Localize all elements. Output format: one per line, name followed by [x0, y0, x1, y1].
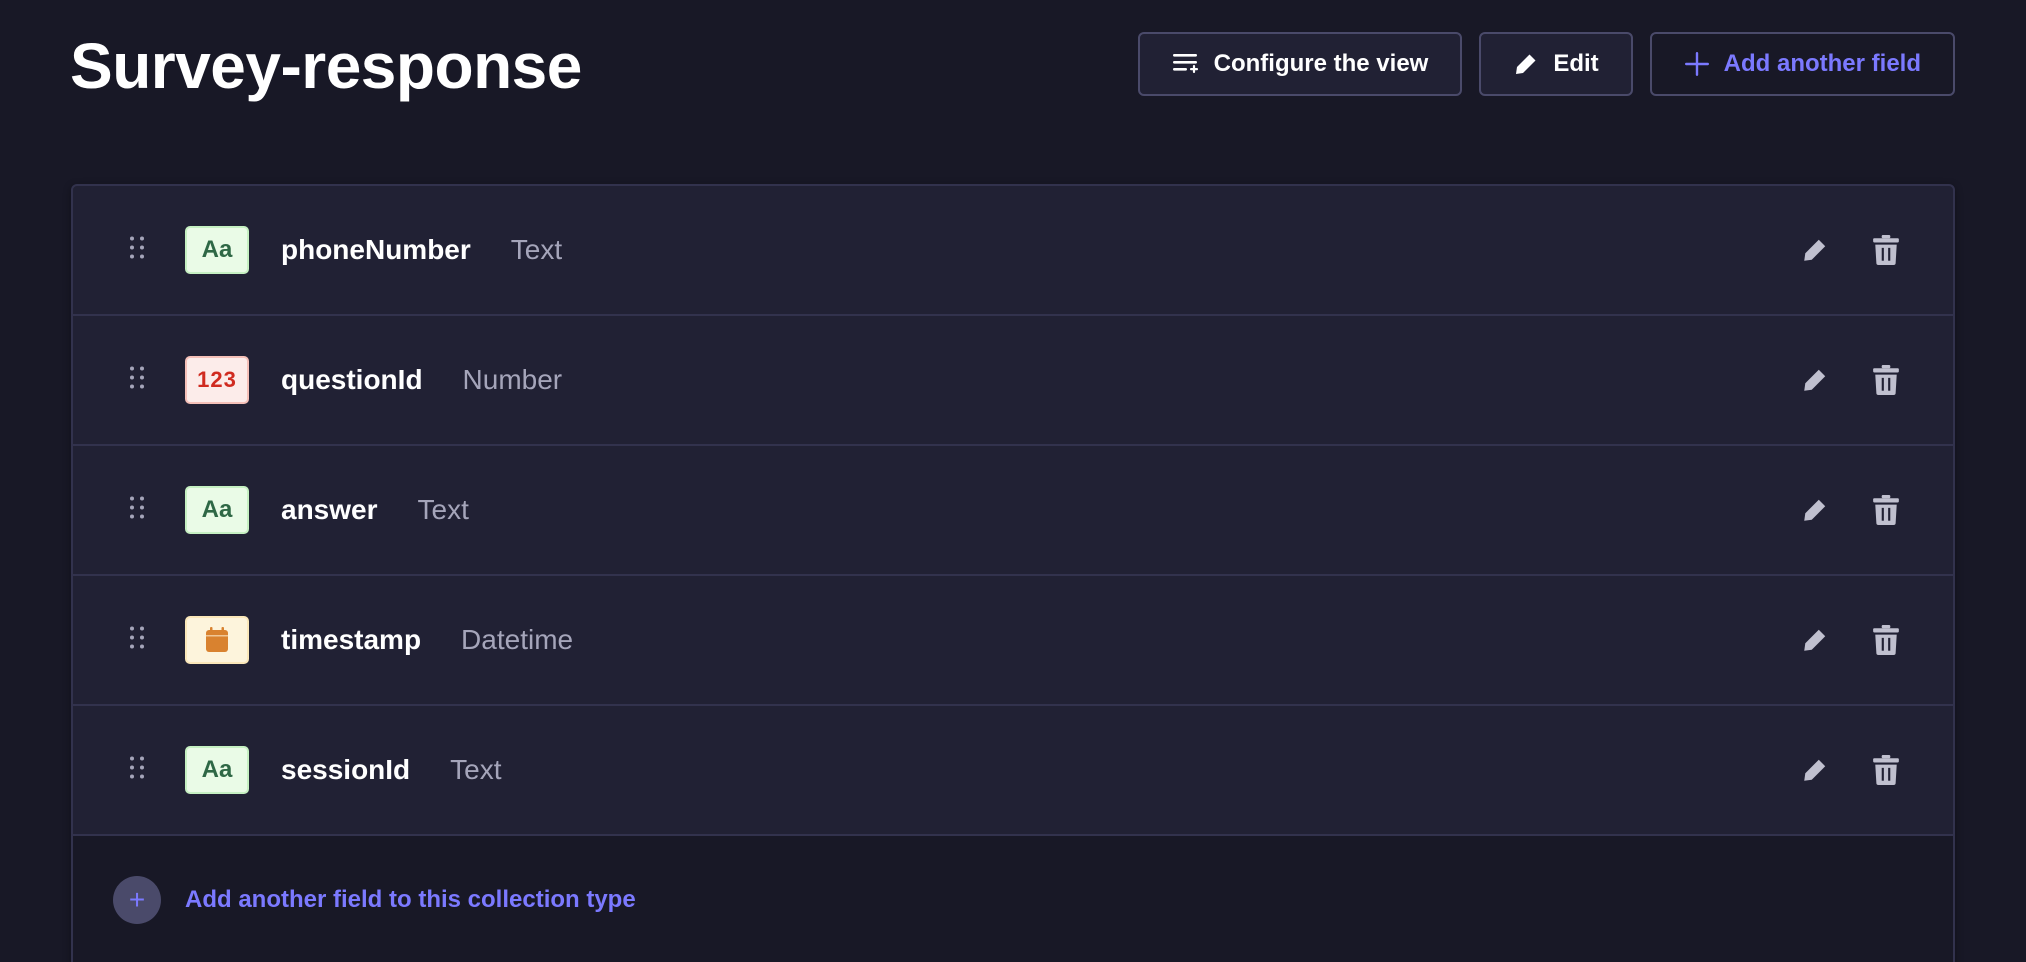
field-row: Aa phoneNumber Text — [73, 186, 1953, 316]
pencil-icon[interactable] — [1801, 236, 1829, 264]
pencil-icon[interactable] — [1801, 626, 1829, 654]
pencil-icon[interactable] — [1801, 366, 1829, 394]
calendar-icon — [185, 616, 249, 664]
field-name: sessionId — [281, 754, 411, 785]
field-type: Datetime — [461, 624, 574, 655]
row-actions — [1801, 495, 1899, 525]
field-row: 123 questionId Number — [73, 316, 1953, 446]
row-actions — [1801, 755, 1899, 785]
field-type: Text — [417, 494, 469, 525]
pencil-icon[interactable] — [1801, 496, 1829, 524]
field-name: timestamp — [281, 624, 422, 655]
page: Survey-response Configure the view Edit — [0, 0, 2026, 962]
fields-list: Aa phoneNumber Text 123 questionId Numbe… — [71, 184, 1955, 962]
field-row: Aa answer Text — [73, 446, 1953, 576]
field-name: phoneNumber — [281, 234, 471, 265]
plus-circle-icon[interactable]: + — [113, 876, 161, 924]
number-type-icon: 123 — [185, 356, 249, 404]
trash-icon[interactable] — [1873, 755, 1899, 785]
text-type-icon: Aa — [185, 486, 249, 534]
field-type: Number — [462, 364, 563, 395]
pencil-icon[interactable] — [1801, 756, 1829, 784]
field-info: timestamp Datetime — [281, 624, 573, 656]
field-type: Text — [510, 234, 563, 265]
list-settings-icon — [1172, 52, 1200, 76]
row-actions — [1801, 365, 1899, 395]
drag-handle-icon[interactable] — [129, 496, 145, 525]
edit-label: Edit — [1553, 50, 1599, 77]
text-type-icon: Aa — [185, 226, 249, 274]
add-field-link[interactable]: Add another field to this collection typ… — [185, 886, 636, 914]
pencil-icon — [1513, 51, 1539, 77]
field-info: phoneNumber Text — [281, 234, 562, 266]
field-info: sessionId Text — [281, 754, 502, 786]
field-info: answer Text — [281, 494, 469, 526]
drag-handle-icon[interactable] — [129, 236, 145, 265]
row-actions — [1801, 625, 1899, 655]
trash-icon[interactable] — [1873, 625, 1899, 655]
page-title: Survey-response — [70, 30, 582, 102]
add-another-field-label: Add another field — [1723, 50, 1921, 77]
field-name: questionId — [281, 364, 423, 395]
add-field-row[interactable]: + Add another field to this collection t… — [73, 836, 1953, 962]
edit-button[interactable]: Edit — [1479, 32, 1633, 96]
text-type-icon: Aa — [185, 746, 249, 794]
row-actions — [1801, 235, 1899, 265]
trash-icon[interactable] — [1873, 495, 1899, 525]
trash-icon[interactable] — [1873, 235, 1899, 265]
plus-icon — [1684, 51, 1710, 77]
trash-icon[interactable] — [1873, 365, 1899, 395]
drag-handle-icon[interactable] — [129, 366, 145, 395]
configure-view-button[interactable]: Configure the view — [1137, 32, 1463, 96]
field-info: questionId Number — [281, 364, 562, 396]
drag-handle-icon[interactable] — [129, 626, 145, 655]
configure-view-label: Configure the view — [1213, 50, 1429, 77]
drag-handle-icon[interactable] — [129, 756, 145, 785]
field-row: Aa sessionId Text — [73, 706, 1953, 836]
field-type: Text — [450, 754, 502, 785]
add-another-field-button[interactable]: Add another field — [1649, 32, 1955, 96]
header-actions: Configure the view Edit Add another fiel… — [1137, 32, 1955, 96]
field-name: answer — [281, 494, 378, 525]
field-row: timestamp Datetime — [73, 576, 1953, 706]
